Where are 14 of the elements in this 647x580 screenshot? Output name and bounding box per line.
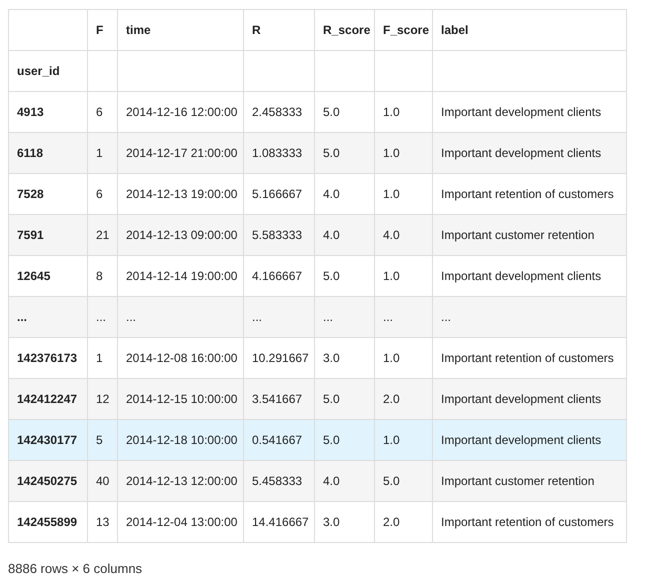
column-header: label xyxy=(432,10,626,50)
table-cell: 2014-12-04 13:00:00 xyxy=(118,502,244,542)
table-cell: 13 xyxy=(88,502,118,542)
table-cell: 3.0 xyxy=(314,502,374,542)
index-cell: 142455899 xyxy=(8,502,88,542)
table-cell: Important retention of customers xyxy=(432,502,626,542)
column-header: R xyxy=(244,10,314,50)
column-header: time xyxy=(118,10,244,50)
column-header: R_score xyxy=(314,10,374,50)
table-cell: 2.0 xyxy=(374,502,432,542)
table-cell: 14.416667 xyxy=(244,502,314,542)
column-header: F xyxy=(88,10,118,50)
column-header: F_score xyxy=(374,10,432,50)
row-count-text: 8886 rows × 6 columns xyxy=(8,560,142,578)
